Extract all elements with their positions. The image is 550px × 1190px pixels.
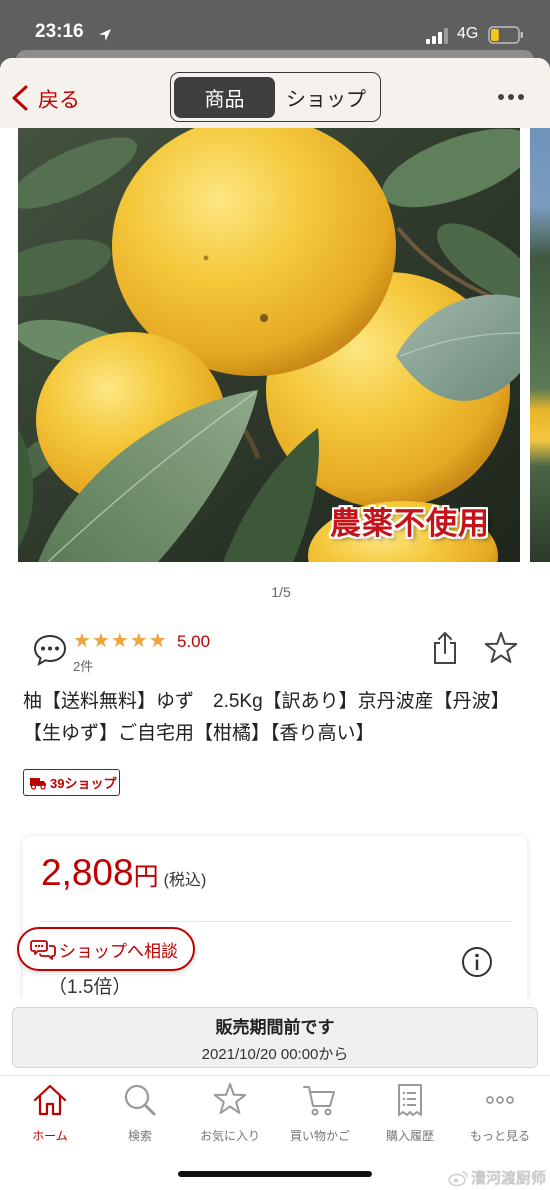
truck-icon — [30, 777, 46, 790]
tab-label: 購入履歴 — [385, 1129, 434, 1143]
battery-icon — [488, 26, 523, 44]
rating-star-icon: ★ — [148, 630, 168, 652]
price-amount: 2,808 — [41, 852, 134, 893]
chat-bubbles-icon — [30, 940, 56, 960]
share-icon[interactable] — [431, 631, 459, 665]
shop-badge-label: 39ショップ — [50, 776, 117, 791]
back-button[interactable]: 戻る — [38, 84, 80, 114]
watermark-text: 漕河渡厨师 — [470, 1170, 546, 1187]
rating-star-icon: ★ — [73, 630, 92, 652]
review-chat-icon[interactable] — [32, 632, 68, 668]
star-icon — [213, 1083, 247, 1114]
segmented-control: 商品 ショップ — [170, 72, 381, 122]
home-indicator[interactable] — [178, 1171, 372, 1177]
sale-start-time: 2021/10/20 00:00から — [201, 1046, 349, 1063]
rating-stars[interactable]: ★★★★★ — [73, 629, 168, 653]
tab-label: ホーム — [32, 1129, 68, 1143]
watermark: 漕河渡厨师 — [448, 1167, 546, 1188]
tab-label: 買い物かご — [289, 1129, 350, 1143]
price-currency: 円 — [133, 863, 159, 891]
receipt-icon — [398, 1084, 422, 1116]
location-arrow-icon — [99, 29, 111, 41]
tab-label: 検索 — [127, 1129, 152, 1143]
search-icon — [124, 1084, 156, 1116]
tab-home[interactable]: ホーム — [5, 1076, 95, 1190]
sale-notice-title: 販売期間前です — [215, 1018, 335, 1037]
status-time: 23:16 — [35, 21, 84, 42]
tab-history[interactable]: 購入履歴 — [365, 1076, 455, 1190]
shop-consult-button[interactable]: ショップへ相談 — [17, 927, 195, 971]
info-icon[interactable] — [461, 946, 493, 978]
back-chevron-icon[interactable] — [9, 84, 31, 112]
sale-notice[interactable]: 販売期間前です 2021/10/20 00:00から — [12, 1007, 538, 1068]
cart-icon — [303, 1086, 335, 1116]
segment-shop[interactable]: ショップ — [275, 77, 377, 118]
favorite-star-icon[interactable] — [483, 632, 519, 666]
tab-label: お気に入り — [199, 1129, 260, 1143]
more-dots-icon[interactable] — [496, 91, 526, 103]
divider — [40, 921, 512, 922]
tab-label: もっと見る — [469, 1129, 530, 1143]
shop-consult-label: ショップへ相談 — [59, 941, 178, 961]
points-multiplier: （1.5倍） — [48, 977, 132, 998]
rating-score[interactable]: 5.00 — [177, 632, 210, 652]
review-count[interactable]: 2件 — [73, 656, 93, 675]
home-icon — [33, 1084, 67, 1116]
network-type: 4G — [457, 25, 479, 42]
rating-star-icon: ★ — [91, 630, 111, 652]
more-icon — [486, 1096, 514, 1104]
rating-star-icon: ★ — [129, 630, 149, 652]
weibo-logo-icon — [448, 1170, 468, 1186]
segment-product[interactable]: 商品 — [174, 76, 275, 118]
rating-star-icon: ★ — [110, 630, 130, 652]
app-screen: 23:16 4G 戻る 商品 ショップ 農薬不使用 1/5 ★★★★★ 5.00… — [0, 0, 550, 1190]
tab-search[interactable]: 検索 — [95, 1076, 185, 1190]
product-photo[interactable] — [18, 128, 520, 562]
shop-badge[interactable]: 39ショップ — [23, 769, 120, 796]
signal-icon — [426, 28, 448, 44]
tax-note: (税込) — [163, 872, 207, 889]
photo-page-indicator: 1/5 — [271, 584, 291, 600]
product-title: 柚【送料無料】ゆず 2.5Kg【訳あり】京丹波産【丹波】【生ゆず】ご自宅用【柑橘… — [23, 691, 510, 744]
next-photo-preview[interactable] — [530, 128, 550, 562]
price: 2,808円 (税込) — [41, 852, 206, 894]
photo-overlay-text: 農薬不使用 — [330, 506, 490, 541]
